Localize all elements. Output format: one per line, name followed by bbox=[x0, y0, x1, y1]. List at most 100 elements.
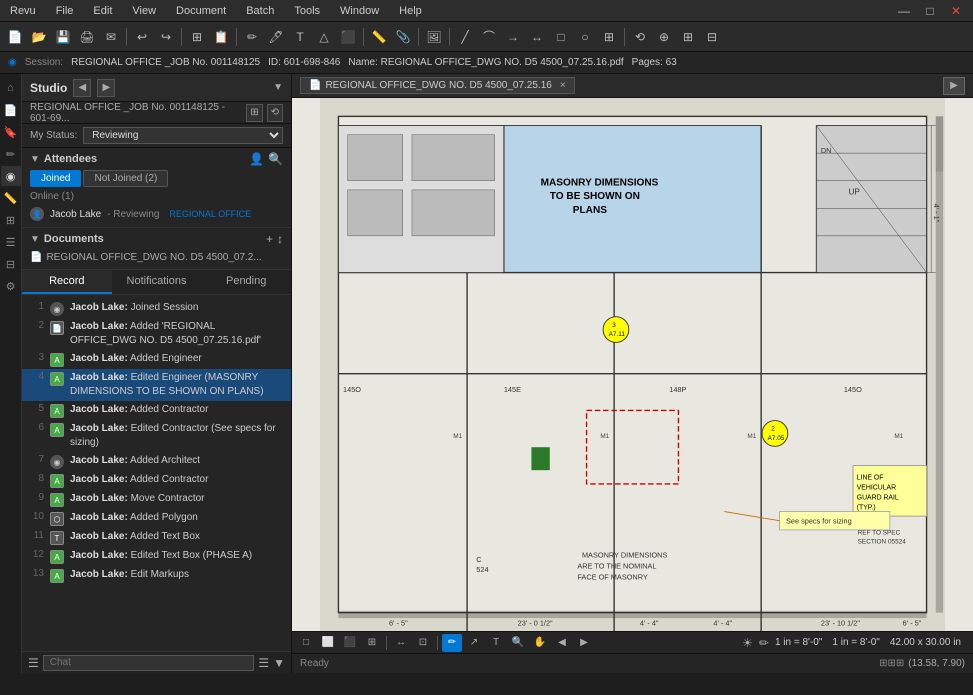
prev-page-btn[interactable]: ◀ bbox=[552, 634, 572, 652]
studio-next[interactable]: ▶ bbox=[97, 79, 115, 97]
drawing-canvas[interactable]: UP MASONRY DIMENSIONS TO BE SHOWN ON PLA… bbox=[292, 98, 973, 631]
documents-header[interactable]: ▼ Documents + ↕ bbox=[30, 232, 283, 246]
chat-input[interactable] bbox=[43, 655, 255, 671]
stamp-button[interactable]: ⬛ bbox=[337, 26, 359, 48]
drawing-tab-item[interactable]: 📄 REGIONAL OFFICE_DWG NO. D5 4500_07.25.… bbox=[300, 77, 575, 94]
strip-layers[interactable]: ⊞ bbox=[1, 210, 21, 230]
close-button[interactable]: ✕ bbox=[945, 0, 967, 22]
arrow-tool[interactable]: → bbox=[502, 26, 524, 48]
strip-studio[interactable]: ◉ bbox=[1, 166, 21, 186]
strip-thumbnails[interactable]: ⊟ bbox=[1, 254, 21, 274]
job-text: REGIONAL OFFICE _JOB No. 001148125 - 601… bbox=[30, 102, 242, 124]
redo-button[interactable]: ↪ bbox=[155, 26, 177, 48]
fit-width-btn[interactable]: ↔ bbox=[391, 634, 411, 652]
log-icon-13: A bbox=[50, 569, 64, 583]
new-button[interactable]: 📄 bbox=[4, 26, 26, 48]
grid-icons: ⊞⊞⊞ bbox=[879, 658, 904, 669]
menu-edit[interactable]: Edit bbox=[89, 3, 116, 19]
sidebar: Studio ◀ ▶ ▼ REGIONAL OFFICE _JOB No. 00… bbox=[22, 74, 292, 673]
tab-joined[interactable]: Joined bbox=[30, 170, 81, 187]
add-document-btn[interactable]: + bbox=[266, 232, 273, 246]
strip-tool-chest[interactable]: ⚙ bbox=[1, 276, 21, 296]
minimize-button[interactable]: — bbox=[893, 0, 915, 22]
two-page-btn[interactable]: ⬜ bbox=[318, 634, 338, 652]
strip-properties[interactable]: ☰ bbox=[1, 232, 21, 252]
circle-tool[interactable]: ○ bbox=[574, 26, 596, 48]
menu-batch[interactable]: Batch bbox=[242, 3, 278, 19]
text-button[interactable]: T bbox=[289, 26, 311, 48]
strip-pages[interactable]: 📄 bbox=[1, 100, 21, 120]
tab-pending[interactable]: Pending bbox=[201, 270, 291, 294]
job-icon1[interactable]: ⊞ bbox=[246, 104, 262, 122]
email-button[interactable]: ✉ bbox=[100, 26, 122, 48]
attendees-header[interactable]: ▼ Attendees 👤 🔍 bbox=[30, 152, 283, 166]
next-page-btn[interactable]: ▶ bbox=[574, 634, 594, 652]
strip-measure[interactable]: 📏 bbox=[1, 188, 21, 208]
tab-record[interactable]: Record bbox=[22, 270, 112, 294]
dbl-arrow[interactable]: ↔ bbox=[526, 26, 548, 48]
studio-prev[interactable]: ◀ bbox=[73, 79, 91, 97]
strip-home[interactable]: ⌂ bbox=[1, 78, 21, 98]
panel-toggle-btn[interactable]: ▶ bbox=[943, 77, 965, 95]
refresh-btn[interactable]: ⟲ bbox=[629, 26, 651, 48]
menu-revu[interactable]: Revu bbox=[6, 3, 40, 19]
undo-button[interactable]: ↩ bbox=[131, 26, 153, 48]
tab-not-joined[interactable]: Not Joined (2) bbox=[83, 170, 168, 187]
facing-btn[interactable]: ⊞ bbox=[362, 634, 382, 652]
menu-help[interactable]: Help bbox=[395, 3, 426, 19]
pan-btn[interactable]: ✋ bbox=[530, 634, 550, 652]
calibrate-btn[interactable]: ⊕ bbox=[653, 26, 675, 48]
svg-text:M1: M1 bbox=[453, 433, 462, 440]
session-label: Session: bbox=[25, 57, 63, 68]
filter-icon[interactable]: ▼ bbox=[273, 656, 285, 670]
paste-button[interactable]: 📋 bbox=[210, 26, 232, 48]
log-text-11: Jacob Lake: Added Text Box bbox=[70, 530, 200, 544]
strip-bookmarks[interactable]: 🔖 bbox=[1, 122, 21, 142]
measure-button[interactable]: 📏 bbox=[368, 26, 390, 48]
menu-icon[interactable]: ☰ bbox=[28, 656, 39, 670]
sort-document-btn[interactable]: ↕ bbox=[277, 232, 283, 246]
compare-btn[interactable]: ⊞ bbox=[677, 26, 699, 48]
menu-window[interactable]: Window bbox=[336, 3, 383, 19]
shape-button[interactable]: △ bbox=[313, 26, 335, 48]
bottom-bar: ☰ ☰ ▼ bbox=[22, 651, 291, 673]
drawing-tab-close[interactable]: × bbox=[560, 80, 566, 91]
page-layout-btn[interactable]: □ bbox=[296, 634, 316, 652]
scroll-btn[interactable]: ⬛ bbox=[340, 634, 360, 652]
attendee-status: - Reviewing bbox=[107, 209, 159, 220]
maximize-button[interactable]: □ bbox=[919, 0, 941, 22]
more-tools[interactable]: ⊞ bbox=[598, 26, 620, 48]
copy-button[interactable]: ⊞ bbox=[186, 26, 208, 48]
open-button[interactable]: 📂 bbox=[28, 26, 50, 48]
status-select[interactable]: Reviewing Approved Pending In Progress bbox=[83, 127, 283, 144]
record-log[interactable]: 1 ◉ Jacob Lake: Joined Session 2 📄 Jacob… bbox=[22, 295, 291, 651]
rect-tool[interactable]: □ bbox=[550, 26, 572, 48]
fit-page-btn[interactable]: ⊡ bbox=[413, 634, 433, 652]
add-attendee-btn[interactable]: 👤 bbox=[249, 152, 264, 166]
menu-document[interactable]: Document bbox=[172, 3, 230, 19]
menu-tools[interactable]: Tools bbox=[290, 3, 324, 19]
line-tool[interactable]: ╱ bbox=[454, 26, 476, 48]
highlight-button[interactable]: ✏ bbox=[241, 26, 263, 48]
tab-notifications[interactable]: Notifications bbox=[112, 270, 202, 294]
attach-button[interactable]: 📎 bbox=[392, 26, 414, 48]
print-button[interactable]: 🖨 bbox=[76, 26, 98, 48]
arc-tool[interactable]: ⌒ bbox=[478, 26, 500, 48]
studio-chevron-icon[interactable]: ▼ bbox=[273, 82, 283, 93]
save-button[interactable]: 💾 bbox=[52, 26, 74, 48]
strip-markup[interactable]: ✏ bbox=[1, 144, 21, 164]
pen-button[interactable]: 🖊 bbox=[265, 26, 287, 48]
select-btn[interactable]: ↗ bbox=[464, 634, 484, 652]
markup-btn[interactable]: ✏ bbox=[442, 634, 462, 652]
list-icon[interactable]: ☰ bbox=[258, 656, 269, 670]
doc-item[interactable]: 📄 REGIONAL OFFICE_DWG NO. D5 4500_07.2..… bbox=[30, 250, 283, 265]
menu-file[interactable]: File bbox=[52, 3, 78, 19]
menu-view[interactable]: View bbox=[128, 3, 160, 19]
log-icon-12: A bbox=[50, 550, 64, 564]
search-text-btn[interactable]: 🔍 bbox=[508, 634, 528, 652]
text-select-btn[interactable]: T bbox=[486, 634, 506, 652]
insert-image[interactable]: 🖼 bbox=[423, 26, 445, 48]
overlay-btn[interactable]: ⊟ bbox=[701, 26, 723, 48]
job-icon2[interactable]: ⟲ bbox=[267, 104, 283, 122]
search-attendee-btn[interactable]: 🔍 bbox=[268, 152, 283, 166]
